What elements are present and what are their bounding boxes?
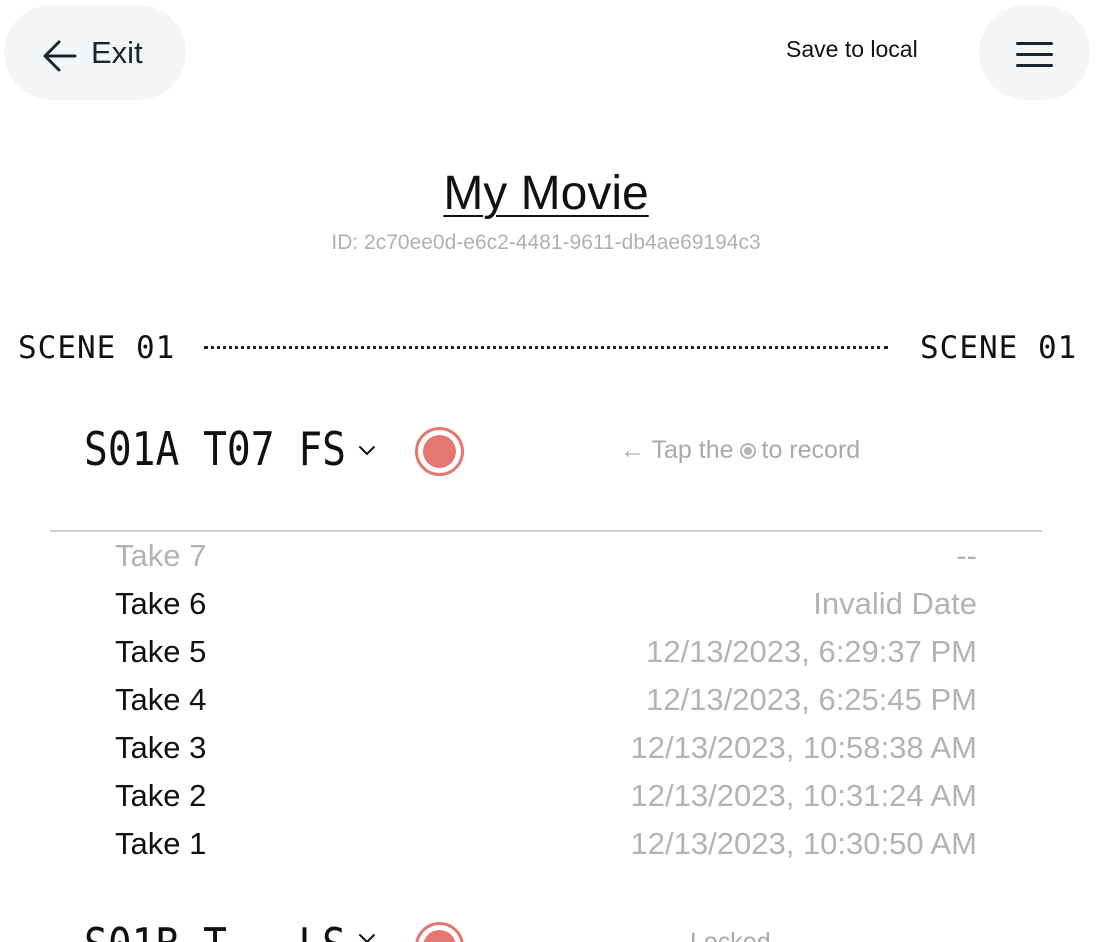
record-dot-icon bbox=[423, 435, 456, 468]
take-row[interactable]: Take 2 12/13/2023, 10:31:24 AM bbox=[0, 776, 1098, 824]
take-label: Take 4 bbox=[115, 682, 207, 717]
scene-divider bbox=[204, 346, 888, 349]
take-row[interactable]: Take 3 12/13/2023, 10:58:38 AM bbox=[0, 728, 1098, 776]
record-button[interactable] bbox=[415, 427, 464, 476]
take-label: Take 1 bbox=[115, 826, 207, 861]
take-time: 12/13/2023, 6:25:45 PM bbox=[646, 682, 977, 717]
shot-name[interactable]: S01A T07 FS bbox=[84, 422, 346, 476]
arrow-left-icon bbox=[43, 40, 77, 72]
take-label: Take 5 bbox=[115, 634, 207, 669]
page: Exit Save to local My Movie ID: 2c70ee0d… bbox=[0, 0, 1098, 942]
save-to-local-button[interactable]: Save to local bbox=[786, 36, 918, 63]
takes-list: Take 7 -- Take 6 Invalid Date Take 5 12/… bbox=[0, 536, 1098, 872]
take-row[interactable]: Take 6 Invalid Date bbox=[0, 584, 1098, 632]
take-label: Take 3 bbox=[115, 730, 207, 765]
menu-button[interactable] bbox=[979, 5, 1090, 100]
take-time: -- bbox=[956, 538, 977, 573]
take-label: Take 6 bbox=[115, 586, 207, 621]
hamburger-menu-icon bbox=[1016, 42, 1053, 67]
record-hint-before: ← Tap the bbox=[620, 436, 734, 464]
record-dot-icon bbox=[739, 442, 756, 459]
project-title[interactable]: My Movie bbox=[0, 166, 1092, 221]
record-hint-after: to record bbox=[761, 436, 861, 464]
take-row[interactable]: Take 5 12/13/2023, 6:29:37 PM bbox=[0, 632, 1098, 680]
record-hint: ← Tap the to record bbox=[620, 436, 860, 465]
take-label: Take 7 bbox=[115, 538, 207, 573]
takes-divider bbox=[50, 530, 1042, 532]
take-time: Invalid Date bbox=[813, 586, 977, 621]
record-dot-icon bbox=[423, 930, 456, 942]
take-time: 12/13/2023, 10:31:24 AM bbox=[630, 778, 977, 813]
take-time: 12/13/2023, 6:29:37 PM bbox=[646, 634, 977, 669]
next-shot-name[interactable]: S01B T__ LS bbox=[84, 918, 346, 942]
exit-label: Exit bbox=[91, 35, 143, 70]
take-row[interactable]: Take 4 12/13/2023, 6:25:45 PM bbox=[0, 680, 1098, 728]
take-row[interactable]: Take 1 12/13/2023, 10:30:50 AM bbox=[0, 824, 1098, 872]
chevron-down-icon[interactable] bbox=[358, 932, 376, 942]
chevron-down-icon[interactable] bbox=[358, 444, 376, 458]
project-title-text: My Movie bbox=[443, 167, 649, 220]
scene-label-right: SCENE 01 bbox=[920, 330, 1078, 366]
take-time: 12/13/2023, 10:58:38 AM bbox=[630, 730, 977, 765]
take-row[interactable]: Take 7 -- bbox=[0, 536, 1098, 584]
next-shot-hint: Locked bbox=[690, 928, 771, 942]
project-id: ID: 2c70ee0d-e6c2-4481-9611-db4ae69194c3 bbox=[331, 231, 761, 254]
take-label: Take 2 bbox=[115, 778, 207, 813]
next-record-button[interactable] bbox=[415, 922, 464, 942]
exit-button[interactable]: Exit bbox=[4, 5, 186, 100]
take-time: 12/13/2023, 10:30:50 AM bbox=[630, 826, 977, 861]
scene-label-left: SCENE 01 bbox=[18, 330, 176, 366]
